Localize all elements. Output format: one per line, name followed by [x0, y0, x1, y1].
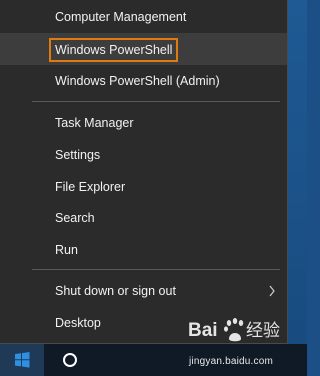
menu-item-file-explorer[interactable]: File Explorer: [0, 171, 287, 203]
menu-item-label: Computer Management: [55, 10, 187, 24]
cortana-search-button[interactable]: [48, 344, 92, 376]
svg-text:Bai: Bai: [188, 320, 218, 341]
windows-logo-icon: [15, 352, 30, 368]
menu-item-shut-down-or-sign-out[interactable]: Shut down or sign out: [0, 275, 287, 307]
menu-item-label: Shut down or sign out: [55, 284, 176, 298]
menu-item-label: Windows PowerShell (Admin): [55, 74, 220, 88]
menu-item-label: Desktop: [55, 316, 101, 330]
menu-item-label: Run: [55, 243, 78, 257]
menu-item-label: Search: [55, 211, 95, 225]
chevron-right-icon: [269, 285, 275, 297]
menu-item-settings[interactable]: Settings: [0, 139, 287, 171]
menu-item-label: Windows PowerShell: [49, 37, 179, 62]
menu-item-run[interactable]: Run: [0, 234, 287, 266]
menu-item-computer-management[interactable]: Computer Management: [0, 1, 287, 33]
svg-text:经验: 经验: [246, 321, 280, 341]
menu-divider: [32, 269, 280, 270]
menu-item-windows-powershell[interactable]: Windows PowerShell: [0, 33, 287, 65]
menu-item-search[interactable]: Search: [0, 202, 287, 234]
start-button[interactable]: [0, 344, 44, 376]
desktop: Computer Management Windows PowerShell W…: [0, 0, 307, 376]
menu-item-label: File Explorer: [55, 180, 126, 194]
menu-divider: [32, 101, 280, 102]
menu-item-label: Task Manager: [55, 116, 134, 130]
cortana-circle-icon: [63, 353, 77, 367]
menu-item-windows-powershell-admin[interactable]: Windows PowerShell (Admin): [0, 65, 287, 97]
baidu-watermark-logo: Bai 经验: [188, 318, 280, 342]
quick-link-menu: Computer Management Windows PowerShell W…: [0, 0, 288, 344]
menu-item-label: Settings: [55, 148, 101, 162]
baidu-watermark-url: jingyan.baidu.com: [189, 356, 274, 367]
menu-item-task-manager[interactable]: Task Manager: [0, 107, 287, 139]
